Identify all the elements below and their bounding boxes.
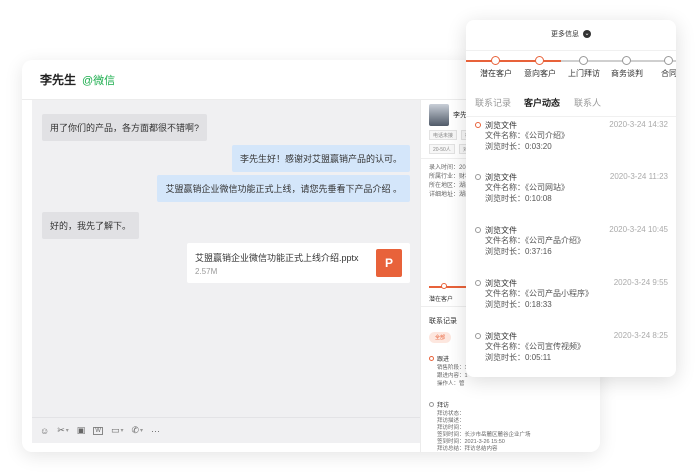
- activity-time: 2020-3-24 11:23: [609, 172, 668, 181]
- stage-line-done: [466, 60, 561, 62]
- message-incoming[interactable]: 好的，我先了解下。: [42, 212, 140, 239]
- activity-time: 2020-3-24 8:25: [613, 331, 668, 340]
- record-line: 操作人：管: [437, 381, 465, 387]
- stage-dot: [441, 283, 447, 289]
- message-outgoing[interactable]: 李先生好！感谢对艾盟赢销产品的认可。: [231, 145, 410, 172]
- record-line: 跟进内容：1: [437, 373, 468, 379]
- activity-item[interactable]: 浏览文件 文件名称：《公司产品介绍》 浏览时长：0:37:16 2020-3-2…: [466, 223, 676, 275]
- file-message[interactable]: 艾盟赢销企业微信功能正式上线介绍.pptx 2.57M P: [187, 243, 410, 283]
- activity-duration: 浏览时长：0:10:08: [485, 194, 552, 203]
- stage-label[interactable]: 潜在客户: [429, 294, 453, 303]
- message-incoming[interactable]: 用了你们的产品，各方面都很不错啊?: [42, 114, 208, 141]
- app-screenshot: 李先生 @微信 用了你们的产品，各方面都很不错啊? 李先生好！感谢对艾盟赢销产品…: [0, 0, 697, 473]
- stage-dot: [491, 56, 500, 65]
- field-line: 录入时间：202: [429, 165, 470, 171]
- message-area: 用了你们的产品，各方面都很不错啊? 李先生好！感谢对艾盟赢销产品的认可。 艾盟赢…: [32, 100, 420, 443]
- more-info-toggle[interactable]: 更多信息 ⌄: [466, 29, 676, 39]
- timeline-dot: [475, 280, 481, 286]
- activity-duration: 浏览时长：0:18:33: [485, 300, 552, 309]
- timeline-dot: [475, 122, 481, 128]
- timeline-dot: [475, 174, 481, 180]
- activity-item[interactable]: 浏览文件 文件名称：《公司产品小程序》 浏览时长：0:18:33 2020-3-…: [466, 276, 676, 328]
- stage-dot: [664, 56, 673, 65]
- file-size: 2.57M: [195, 267, 218, 276]
- activity-item[interactable]: 浏览文件 文件名称：《公司介绍》 浏览时长：0:03:20 2020-3-24 …: [466, 118, 676, 170]
- activity-duration: 浏览时长：0:03:20: [485, 142, 552, 151]
- tab-contacts[interactable]: 联系人: [574, 96, 601, 109]
- file-name: 艾盟赢销企业微信功能正式上线介绍.pptx: [195, 253, 359, 263]
- activity-time: 2020-3-24 14:32: [609, 120, 668, 129]
- tag: 电话未接: [429, 130, 458, 140]
- record-title: 跟进: [437, 357, 450, 363]
- activity-file: 文件名称：《公司介绍》: [485, 131, 569, 140]
- stage-label[interactable]: 商务谈判: [611, 68, 643, 79]
- folder-icon[interactable]: ▭ ▾: [111, 425, 124, 436]
- stage-dot: [535, 56, 544, 65]
- stage-label[interactable]: 上门拜访: [568, 68, 600, 79]
- activity-time: 2020-3-24 9:55: [613, 278, 668, 287]
- contact-source[interactable]: @微信: [82, 72, 115, 88]
- stage-dot: [622, 56, 631, 65]
- record-tabs: 联系记录 客户动态 联系人: [466, 96, 676, 118]
- image-icon[interactable]: ▣: [77, 425, 86, 436]
- pptx-file-icon: P: [376, 249, 402, 277]
- activity-file: 文件名称：《公司产品小程序》: [485, 289, 593, 298]
- activity-duration: 浏览时长：0:05:11: [485, 353, 552, 362]
- contact-name: 李先生: [40, 73, 77, 87]
- record-title: 拜访: [437, 403, 450, 409]
- customer-name: 李先: [453, 112, 467, 119]
- activity-item[interactable]: 浏览文件 文件名称：《公司网站》 浏览时长：0:10:08 2020-3-24 …: [466, 170, 676, 222]
- stage-label[interactable]: 合同签: [661, 68, 676, 79]
- record-line: 销售阶段：1: [437, 365, 468, 371]
- emoji-icon[interactable]: ☺: [40, 426, 49, 436]
- activity-time: 2020-3-24 10:45: [609, 225, 668, 234]
- tab-contact-records[interactable]: 联系记录: [475, 96, 511, 109]
- field-line: 详细地址：湖南: [429, 192, 472, 198]
- timeline-dot: [429, 402, 434, 407]
- stage-label[interactable]: 意向客户: [524, 68, 556, 79]
- field-line: 所在地区：湖南: [429, 183, 472, 189]
- chevron-down-icon: ▾: [140, 428, 144, 434]
- tag: 20-50人: [429, 144, 455, 154]
- timeline-dot: [475, 227, 481, 233]
- more-info-label: 更多信息: [551, 31, 580, 38]
- sales-stage-progress: 潜在客户 意向客户 上门拜访 商务谈判 合同签: [466, 56, 676, 96]
- stage-progress: [429, 286, 469, 288]
- chevron-down-icon: ⌄: [582, 30, 591, 39]
- tab-customer-activity[interactable]: 客户动态: [524, 96, 560, 109]
- phone-icon[interactable]: ✆ ▾: [131, 425, 143, 436]
- message-toolbar: ☺ ✂ ▾ ▣ W ▭ ▾ ✆ ▾ ···: [32, 417, 420, 443]
- activity-file: 文件名称：《公司网站》: [485, 183, 569, 192]
- more-info-card: 更多信息 ⌄ 潜在客户 意向客户 上门拜访 商务谈判 合同签 联系记录 客户动态…: [466, 20, 676, 377]
- timeline-dot: [429, 356, 434, 361]
- message-outgoing[interactable]: 艾盟赢销企业微信功能正式上线，请您先垂看下产品介绍 。: [157, 175, 410, 202]
- section-title[interactable]: 联系记录: [429, 316, 457, 326]
- timeline-dot: [475, 333, 481, 339]
- activity-duration: 浏览时长：0:37:16: [485, 247, 552, 256]
- activity-item[interactable]: 浏览文件 文件名称：《公司宣传视频》 浏览时长：0:05:11 2020-3-2…: [466, 329, 676, 377]
- scissors-icon[interactable]: ✂ ▾: [57, 425, 69, 436]
- avatar: [429, 104, 449, 126]
- field-line: 所属行业：财和: [429, 174, 472, 180]
- more-icon[interactable]: ···: [151, 426, 160, 436]
- chevron-down-icon: ▾: [65, 428, 69, 434]
- record-line: 拜访总结：拜访总结内容: [437, 446, 498, 452]
- filter-all[interactable]: 全部: [429, 332, 452, 343]
- chevron-down-icon: ▾: [120, 428, 124, 434]
- stage-label[interactable]: 潜在客户: [480, 68, 512, 79]
- stage-dot: [579, 56, 588, 65]
- divider: [466, 50, 676, 51]
- divider: [466, 116, 676, 117]
- word-icon[interactable]: W: [93, 426, 103, 435]
- activity-file: 文件名称：《公司宣传视频》: [485, 342, 585, 351]
- activity-file: 文件名称：《公司产品介绍》: [485, 236, 585, 245]
